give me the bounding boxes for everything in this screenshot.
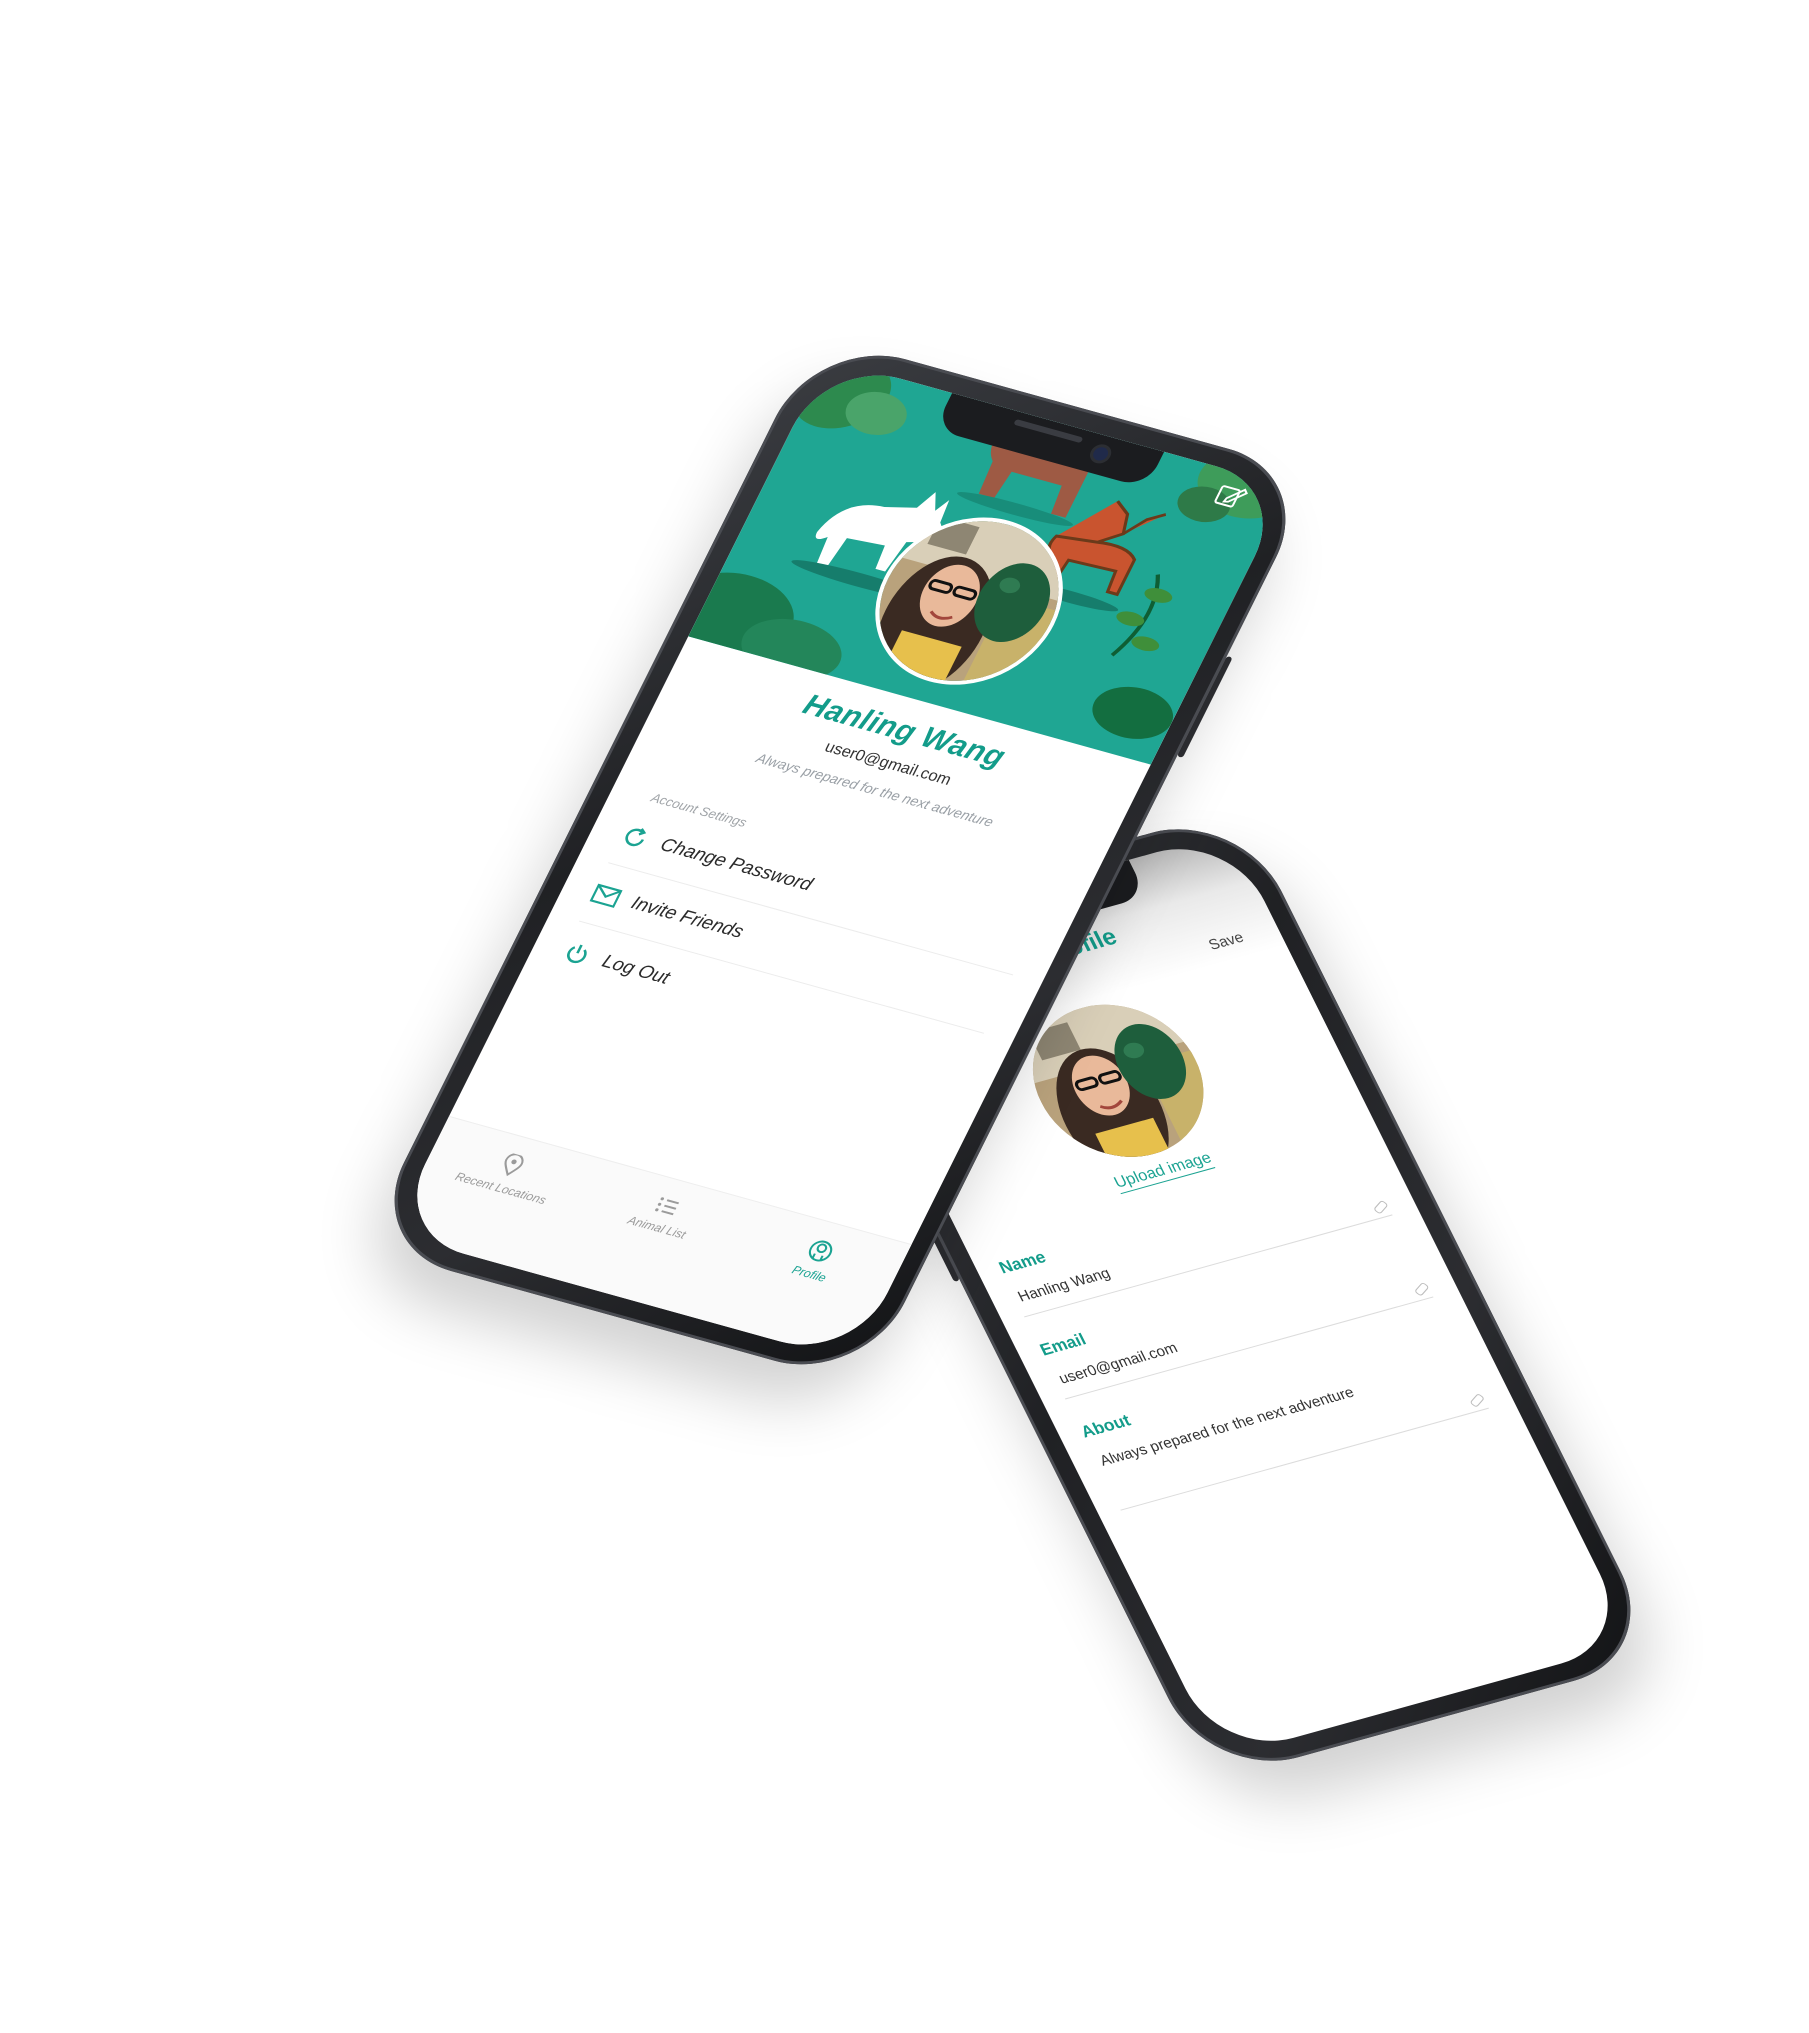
tab-recent-locations[interactable]: Recent Locations — [421, 1133, 594, 1215]
edit-pen-icon — [1373, 1199, 1389, 1215]
invite-friends-label: Invite Friends — [627, 892, 747, 943]
profile-icon — [808, 1240, 833, 1262]
tab-label: Recent Locations — [452, 1169, 549, 1208]
save-button[interactable]: Save — [1206, 929, 1247, 954]
mail-icon — [588, 880, 625, 911]
tab-profile[interactable]: Profile — [730, 1219, 903, 1301]
tab-label: Profile — [789, 1262, 829, 1285]
list-icon — [655, 1197, 680, 1216]
tab-animal-list[interactable]: Animal List — [577, 1176, 748, 1255]
log-out-label: Log Out — [598, 951, 674, 989]
refresh-icon — [617, 822, 654, 853]
edit-pen-icon — [1469, 1393, 1485, 1408]
mockup-stage: Edit Profile Save — [0, 0, 1809, 2033]
edit-pen-icon — [1413, 1281, 1430, 1297]
location-pin-icon — [504, 1153, 524, 1177]
power-icon — [559, 939, 596, 970]
bottom-tab-bar: Recent Locations Animal List Profile — [390, 1115, 912, 1362]
tab-label: Animal List — [625, 1213, 689, 1242]
